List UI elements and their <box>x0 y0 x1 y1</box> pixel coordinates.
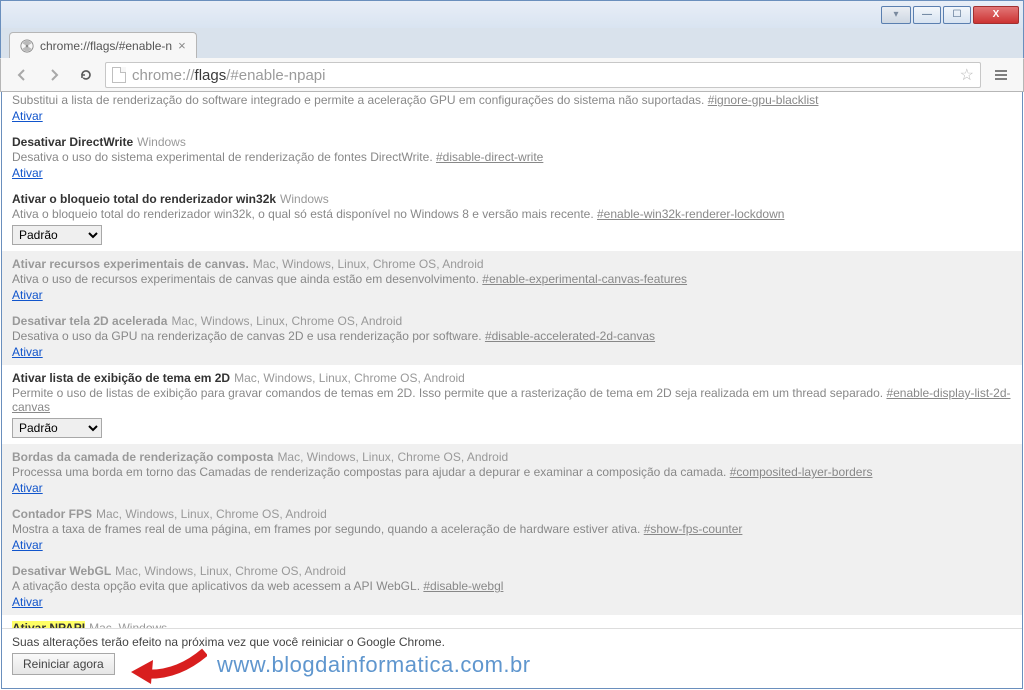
reload-button[interactable] <box>73 62 99 88</box>
flag-title: Desativar tela 2D acelerada <box>12 314 167 328</box>
chrome-menu-button[interactable] <box>987 62 1015 88</box>
flag-item: Ativar lista de exibição de tema em 2D Ma… <box>2 365 1022 444</box>
flag-platforms: Mac, Windows, Linux, Chrome OS, Android <box>253 257 484 271</box>
titlebar-user-button[interactable]: ▾ <box>881 6 911 24</box>
tab-title: chrome://flags/#enable-n <box>40 39 172 53</box>
flag-description: A ativação desta opção evita que aplicat… <box>12 579 1012 593</box>
flag-platforms: Mac, Windows, Linux, Chrome OS, Android <box>96 507 327 521</box>
flag-description: Substitui a lista de renderização do sof… <box>12 93 1012 107</box>
flag-description: Mostra a taxa de frames real de uma pági… <box>12 522 1012 536</box>
watermark-text: www.blogdainformatica.com.br <box>217 652 531 678</box>
nuclear-icon <box>20 39 34 53</box>
flag-item: Ativar o bloqueio total do renderizador … <box>2 186 1022 251</box>
flag-hash-link[interactable]: #disable-direct-write <box>436 150 543 164</box>
window-titlebar: ▾ — ☐ X <box>0 0 1024 28</box>
flag-platforms: Windows <box>137 135 186 149</box>
flag-hash-link[interactable]: #disable-webgl <box>423 579 503 593</box>
minimize-button[interactable]: — <box>913 6 941 24</box>
flag-description: Desativa o uso do sistema experimental d… <box>12 150 1012 164</box>
flag-description: Ativa o uso de recursos experimentais de… <box>12 272 1012 286</box>
relaunch-button[interactable]: Reiniciar agora <box>12 653 115 675</box>
tab-flags[interactable]: chrome://flags/#enable-n × <box>9 32 197 58</box>
page-icon <box>112 67 126 83</box>
forward-button[interactable] <box>41 62 67 88</box>
flag-action-link[interactable]: Ativar <box>12 166 43 180</box>
flag-description: Ativa o bloqueio total do renderizador w… <box>12 207 1012 221</box>
flag-item: Contador FPS Mac, Windows, Linux, Chrome … <box>2 501 1022 558</box>
flag-hash-link[interactable]: #ignore-gpu-blacklist <box>708 93 819 107</box>
flag-title: Ativar NPAPI <box>12 621 85 628</box>
flags-list[interactable]: Substitui a lista de renderização do sof… <box>2 92 1022 628</box>
flag-action-link[interactable]: Ativar <box>12 288 43 302</box>
flag-title: Bordas da camada de renderização compost… <box>12 450 273 464</box>
flag-hash-link[interactable]: #composited-layer-borders <box>730 465 873 479</box>
tab-strip: chrome://flags/#enable-n × <box>0 28 1024 58</box>
flag-item: Ativar NPAPIMac, WindowsAtiva o uso de p… <box>2 615 1022 628</box>
browser-toolbar: chrome://flags/#enable-npapi ☆ <box>0 58 1024 92</box>
flag-action-link[interactable]: Ativar <box>12 109 43 123</box>
flag-hash-link[interactable]: #enable-display-list-2d-canvas <box>12 386 1011 414</box>
flag-hash-link[interactable]: #disable-accelerated-2d-canvas <box>485 329 655 343</box>
flag-platforms: Windows <box>280 192 329 206</box>
relaunch-bar: Suas alterações terão efeito na próxima … <box>2 628 1022 688</box>
flag-item: Bordas da camada de renderização compost… <box>2 444 1022 501</box>
flag-action-link[interactable]: Ativar <box>12 481 43 495</box>
tab-close-icon[interactable]: × <box>178 39 186 52</box>
flag-description: Permite o uso de listas de exibição para… <box>12 386 1012 414</box>
flag-description: Desativa o uso da GPU na renderização de… <box>12 329 1012 343</box>
flag-title: Contador FPS <box>12 507 92 521</box>
flag-title: Ativar o bloqueio total do renderizador … <box>12 192 276 206</box>
flag-item: Desativar DirectWrite WindowsDesativa o u… <box>2 129 1022 186</box>
flag-hash-link[interactable]: #show-fps-counter <box>644 522 743 536</box>
flag-item: Ativar recursos experimentais de canvas.… <box>2 251 1022 308</box>
red-arrow-annotation <box>127 644 207 686</box>
flag-item: Desativar tela 2D acelerada Mac, Windows,… <box>2 308 1022 365</box>
flag-select[interactable]: Padrão <box>12 418 102 438</box>
flag-platforms: Mac, Windows, Linux, Chrome OS, Android <box>171 314 402 328</box>
flag-item: Substitui a lista de renderização do sof… <box>2 93 1022 129</box>
flag-platforms: Mac, Windows, Linux, Chrome OS, Android <box>277 450 508 464</box>
flag-item: Desativar WebGL Mac, Windows, Linux, Chro… <box>2 558 1022 615</box>
flag-title: Desativar DirectWrite <box>12 135 133 149</box>
back-button[interactable] <box>9 62 35 88</box>
flag-description: Processa uma borda em torno das Camadas … <box>12 465 1012 479</box>
maximize-button[interactable]: ☐ <box>943 6 971 24</box>
flag-hash-link[interactable]: #enable-experimental-canvas-features <box>482 272 687 286</box>
flag-title: Ativar lista de exibição de tema em 2D <box>12 371 230 385</box>
url-text: chrome://flags/#enable-npapi <box>132 67 325 84</box>
flag-hash-link[interactable]: #enable-win32k-renderer-lockdown <box>597 207 784 221</box>
content-area: Substitui a lista de renderização do sof… <box>1 92 1023 689</box>
flag-action-link[interactable]: Ativar <box>12 345 43 359</box>
flag-title: Ativar recursos experimentais de canvas. <box>12 257 249 271</box>
address-bar[interactable]: chrome://flags/#enable-npapi ☆ <box>105 62 981 88</box>
flag-select[interactable]: Padrão <box>12 225 102 245</box>
flag-action-link[interactable]: Ativar <box>12 538 43 552</box>
close-window-button[interactable]: X <box>973 6 1019 24</box>
flag-action-link[interactable]: Ativar <box>12 595 43 609</box>
bookmark-star-icon[interactable]: ☆ <box>960 65 974 85</box>
flag-platforms: Mac, Windows, Linux, Chrome OS, Android <box>115 564 346 578</box>
flag-title: Desativar WebGL <box>12 564 111 578</box>
flag-platforms: Mac, Windows, Linux, Chrome OS, Android <box>234 371 465 385</box>
flag-platforms: Mac, Windows <box>89 621 167 628</box>
